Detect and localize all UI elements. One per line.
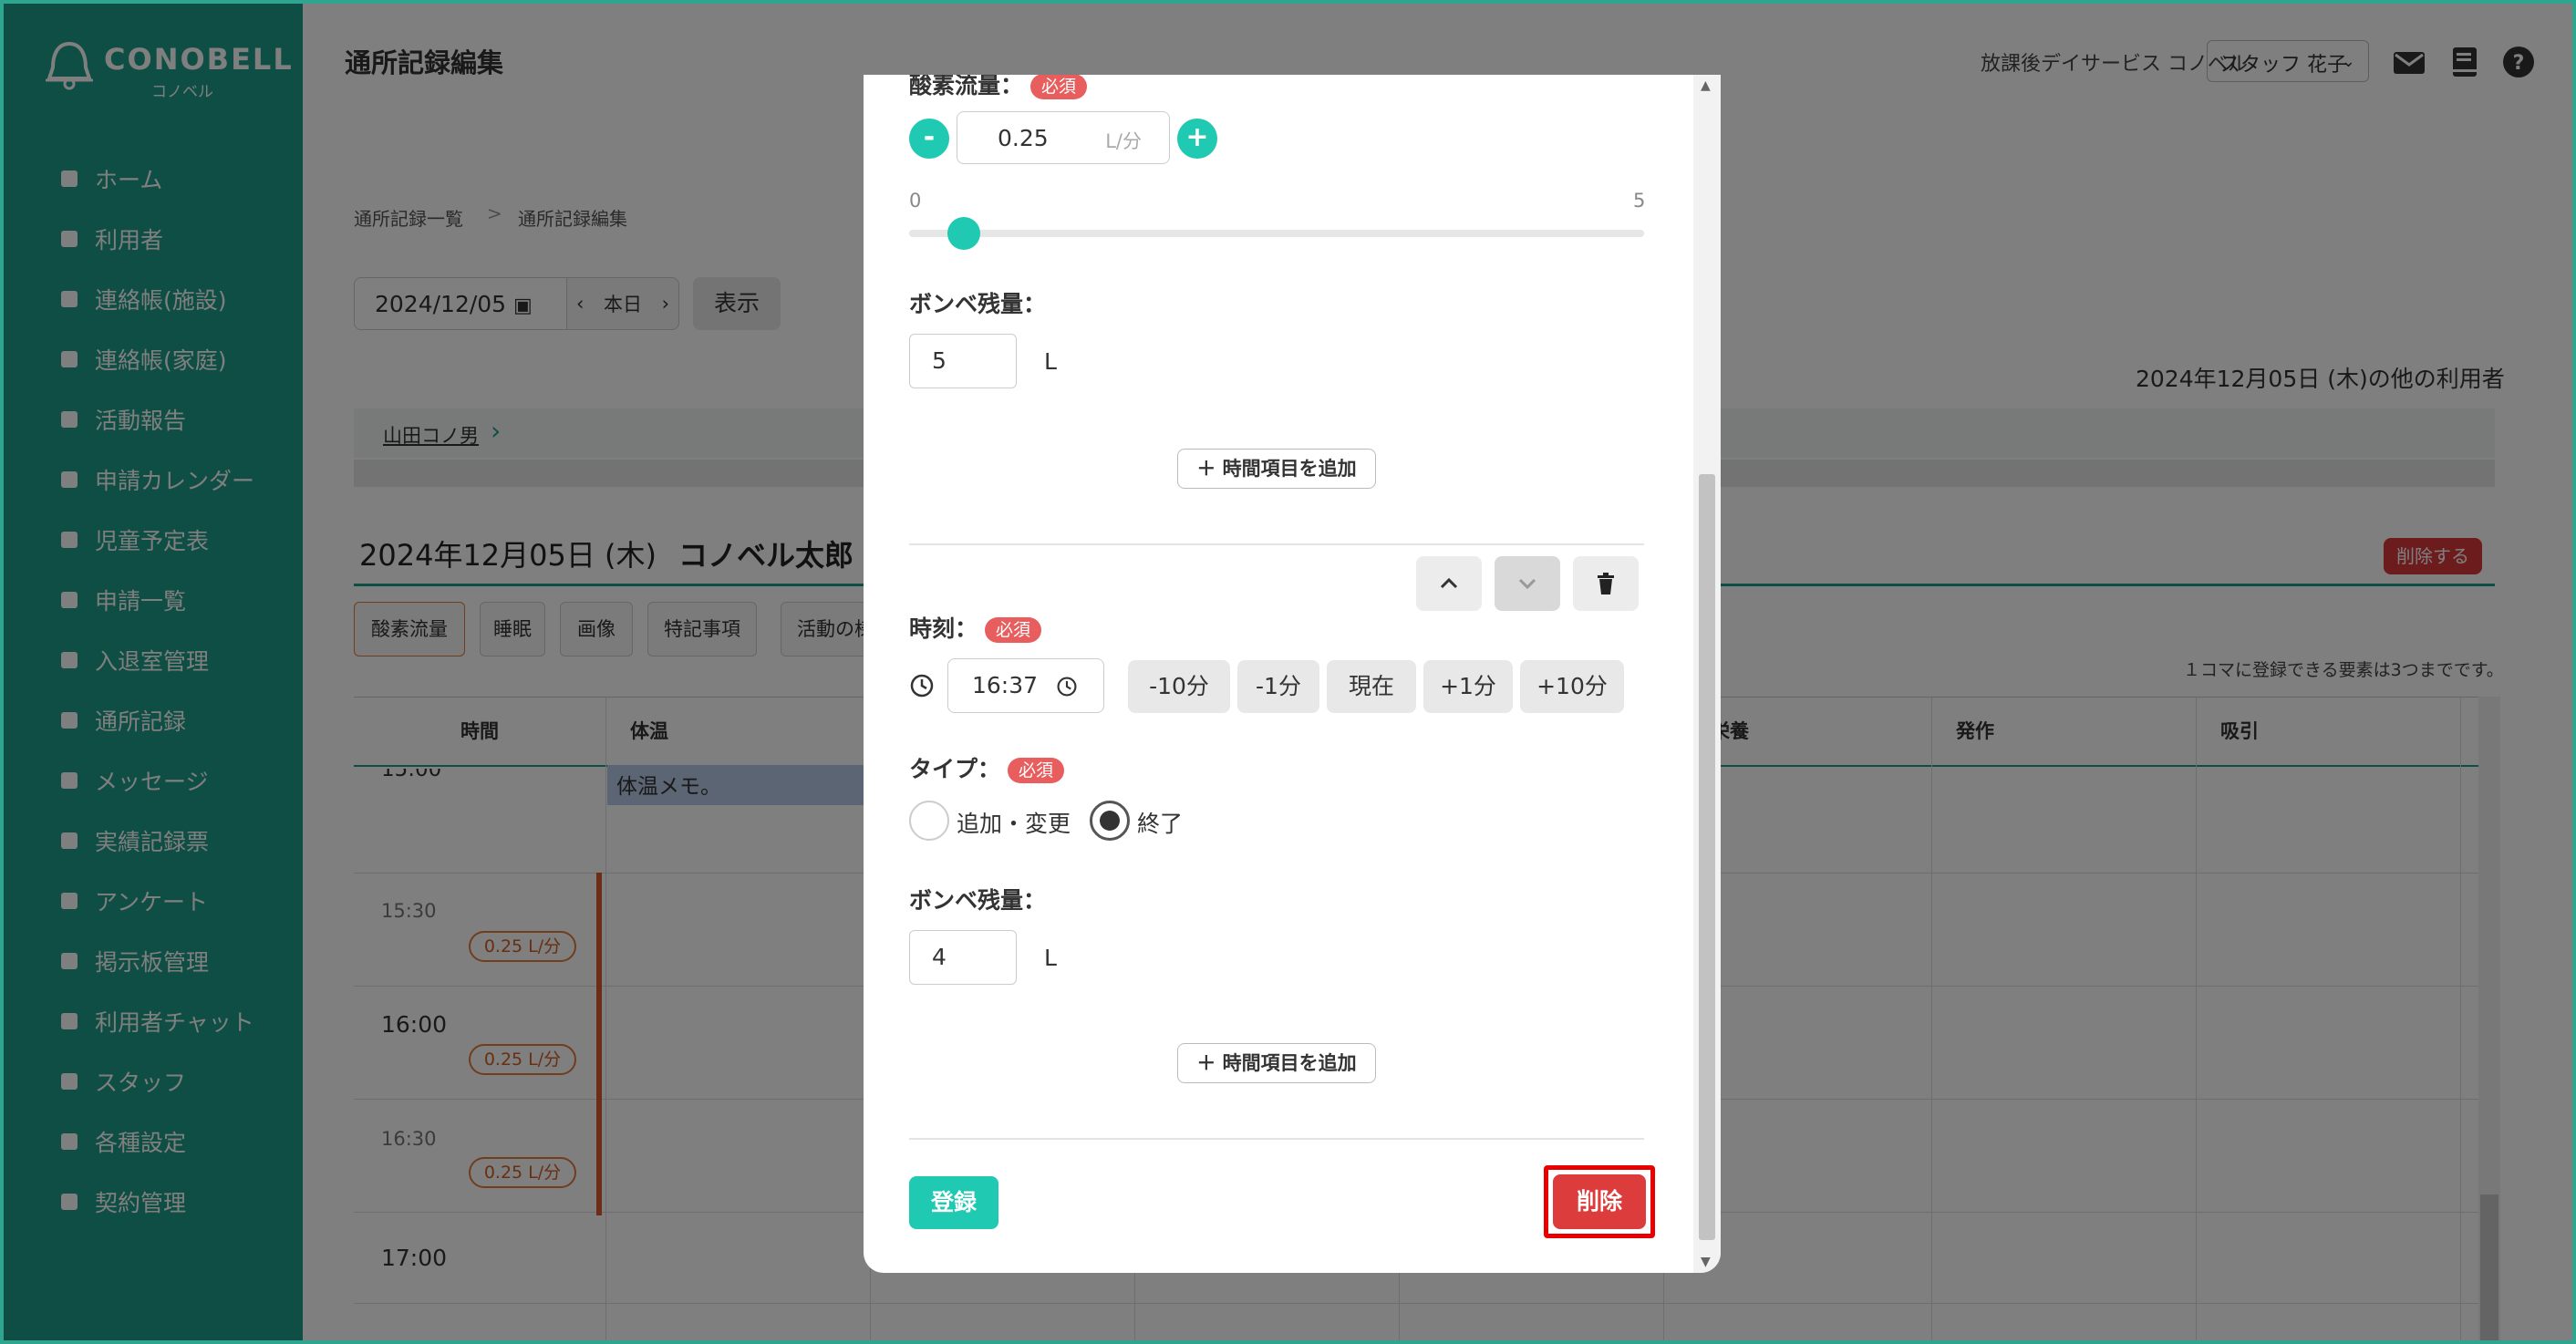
- cylinder-input[interactable]: 5: [909, 334, 1017, 388]
- radio-end-label[interactable]: 終了: [1137, 806, 1183, 839]
- divider: [909, 1138, 1644, 1140]
- modal-scroll-thumb[interactable]: [1699, 474, 1715, 1240]
- plus-1-minute-button[interactable]: +1分: [1423, 660, 1513, 713]
- flow-input[interactable]: 0.25 L/分: [957, 111, 1170, 164]
- flow-label: 酸素流量：: [909, 75, 1024, 98]
- minus-1-minute-button[interactable]: -1分: [1237, 660, 1319, 713]
- time-value: 16:37: [972, 672, 1039, 698]
- flow-slider-handle[interactable]: [947, 217, 981, 250]
- add-time-label: 時間項目を追加: [1222, 458, 1357, 480]
- move-up-button[interactable]: [1416, 556, 1482, 611]
- slider-min: 0: [909, 190, 922, 212]
- unit-label: L: [1044, 348, 1057, 375]
- now-button[interactable]: 現在: [1327, 660, 1416, 713]
- flow-unit: L/分: [1105, 130, 1142, 152]
- add-time-label: 時間項目を追加: [1222, 1052, 1357, 1074]
- time-input[interactable]: 16:37: [947, 658, 1104, 713]
- decrement-button[interactable]: -: [909, 119, 949, 159]
- clock-icon[interactable]: [1056, 676, 1078, 698]
- plus-10-minutes-button[interactable]: +10分: [1520, 660, 1624, 713]
- increment-button[interactable]: +: [1177, 119, 1217, 159]
- cylinder-label: ボンベ残量：: [909, 887, 1047, 914]
- trash-icon: [1598, 573, 1614, 594]
- time-label: 時刻：: [909, 615, 978, 642]
- delete-button[interactable]: 削除: [1553, 1174, 1646, 1229]
- flow-slider[interactable]: [909, 230, 1644, 237]
- clock-icon: [910, 674, 934, 698]
- slider-max: 5: [1633, 190, 1646, 212]
- edit-modal: ▲ ▼ 酸素流量： 必須 - 0.25 L/分 + 0 5 ボンベ残量： 5 L ＋…: [864, 75, 1721, 1273]
- time-label-row: 時刻： 必須: [909, 611, 1042, 644]
- register-button[interactable]: 登録: [909, 1176, 998, 1229]
- chevron-down-icon: [1518, 578, 1536, 590]
- minus-10-minutes-button[interactable]: -10分: [1128, 660, 1230, 713]
- flow-label-row: 酸素流量： 必須: [909, 75, 1088, 100]
- type-label: タイプ：: [909, 756, 1001, 782]
- delete-item-button[interactable]: [1573, 556, 1639, 611]
- cylinder-input[interactable]: 4: [909, 930, 1017, 985]
- radio-add-change-label[interactable]: 追加・変更: [957, 806, 1071, 839]
- required-badge: 必須: [985, 617, 1042, 643]
- scroll-down-icon[interactable]: ▼: [1701, 1255, 1711, 1269]
- cylinder-label: ボンベ残量：: [909, 291, 1047, 317]
- required-badge: 必須: [1008, 758, 1065, 783]
- chevron-up-icon: [1440, 577, 1458, 589]
- add-time-item-button[interactable]: ＋ 時間項目を追加: [1177, 1043, 1376, 1083]
- type-label-row: タイプ： 必須: [909, 751, 1065, 784]
- divider: [909, 543, 1644, 545]
- unit-label: L: [1044, 945, 1057, 971]
- radio-add-change[interactable]: [909, 801, 949, 841]
- add-time-item-button[interactable]: ＋ 時間項目を追加: [1177, 449, 1376, 489]
- radio-end[interactable]: [1090, 801, 1130, 841]
- move-down-button[interactable]: [1495, 556, 1560, 611]
- modal-scrollbar[interactable]: ▲ ▼: [1693, 75, 1721, 1273]
- scroll-up-icon[interactable]: ▲: [1701, 78, 1711, 93]
- required-badge: 必須: [1030, 75, 1088, 99]
- flow-value: 0.25: [998, 125, 1049, 151]
